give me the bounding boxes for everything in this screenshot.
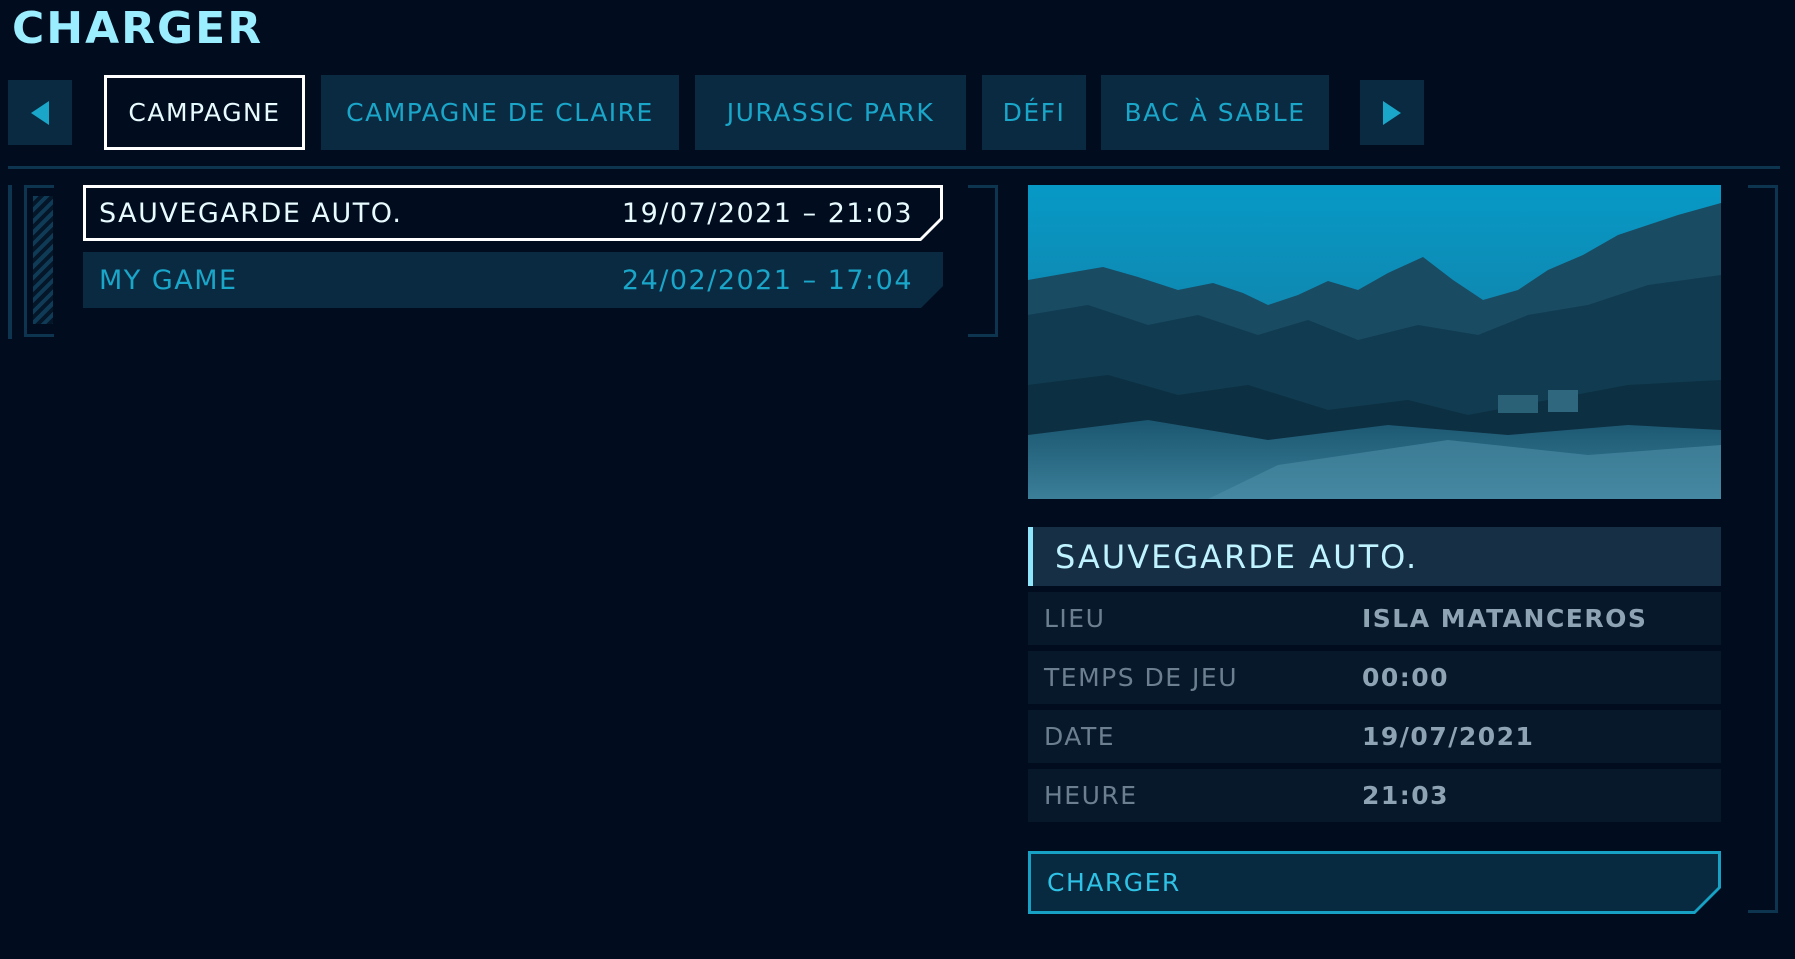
scrollbar-track[interactable] [33,196,53,324]
detail-row-playtime: TEMPS DE JEU 00:00 [1028,651,1721,704]
save-slot[interactable]: MY GAME 24/02/2021 – 17:04 [83,252,943,308]
detail-row-location: LIEU ISLA MATANCEROS [1028,592,1721,645]
load-button[interactable]: CHARGER [1028,851,1721,914]
detail-label: DATE [1044,722,1116,751]
detail-label: TEMPS DE JEU [1044,663,1238,692]
detail-row-time: HEURE 21:03 [1028,769,1721,822]
next-tab-button[interactable] [1360,80,1424,145]
tab-label: DÉFI [1002,98,1066,127]
tab-label: CAMPAGNE DE CLAIRE [346,98,654,127]
detail-label: HEURE [1044,781,1138,810]
tab-label: CAMPAGNE [128,98,281,127]
tab-campagne-de-claire[interactable]: CAMPAGNE DE CLAIRE [321,75,679,150]
details-frame-bracket [1748,185,1778,913]
chevron-right-icon [1383,100,1401,125]
save-name: SAUVEGARDE AUTO. [99,197,403,229]
list-frame-bar [8,185,12,339]
tab-bac-a-sable[interactable]: BAC À SABLE [1101,75,1329,150]
tab-defi[interactable]: DÉFI [982,75,1086,150]
detail-value: 00:00 [1362,663,1450,692]
save-slot-selected[interactable]: SAUVEGARDE AUTO. 19/07/2021 – 21:03 [83,185,943,241]
save-datetime: 24/02/2021 – 17:04 [621,264,913,296]
tab-label: BAC À SABLE [1124,98,1306,127]
tab-jurassic-park[interactable]: JURASSIC PARK [695,75,966,150]
detail-value: ISLA MATANCEROS [1362,604,1648,633]
list-frame-bracket-right [968,185,998,337]
tab-label: JURASSIC PARK [726,98,935,127]
detail-row-date: DATE 19/07/2021 [1028,710,1721,763]
page-title: CHARGER [12,3,264,54]
detail-value: 19/07/2021 [1362,722,1535,751]
save-preview-image [1028,185,1721,499]
prev-tab-button[interactable] [8,80,72,145]
detail-value: 21:03 [1362,781,1450,810]
save-name: MY GAME [99,264,238,296]
details-title: SAUVEGARDE AUTO. [1028,527,1721,586]
detail-label: LIEU [1044,604,1106,633]
tab-campagne[interactable]: CAMPAGNE [104,75,305,150]
save-datetime: 19/07/2021 – 21:03 [621,197,913,229]
tabs-divider [8,166,1780,169]
load-button-label: CHARGER [1031,854,1718,911]
chevron-left-icon [31,100,49,125]
